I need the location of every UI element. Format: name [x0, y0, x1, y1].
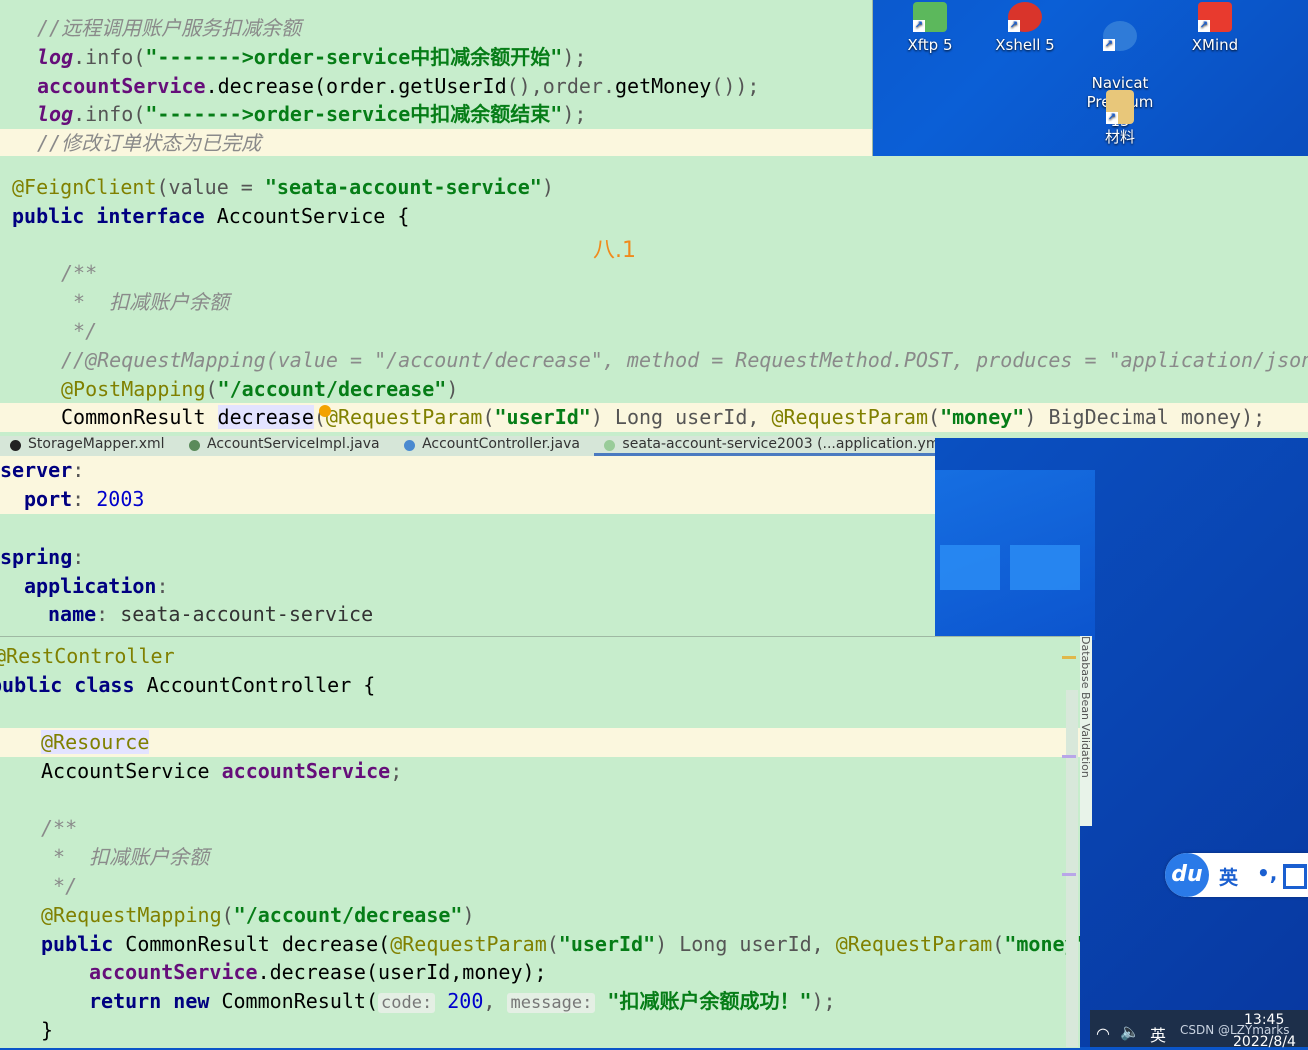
- doc-comment: */: [61, 319, 98, 343]
- folder-icon: ↗: [1106, 90, 1134, 124]
- xshell-icon: ↗: [1008, 2, 1042, 32]
- java-file-icon: [189, 440, 201, 451]
- editor-account-service-interface[interactable]: @FeignClient(value = "seata-account-serv…: [0, 156, 1308, 438]
- ime-language-toggle[interactable]: 英: [1219, 863, 1238, 890]
- desktop-icon-label: Xshell 5: [995, 36, 1055, 54]
- code-line: @PostMapping("/account/decrease"): [61, 377, 459, 401]
- code-line: public CommonResult decrease(@RequestPar…: [41, 932, 1080, 956]
- param-hint: code:: [378, 993, 436, 1013]
- xftp-icon: ↗: [913, 2, 947, 32]
- doc-comment: /**: [41, 816, 78, 840]
- ime-toolbar[interactable]: du 英 •,: [1165, 853, 1308, 897]
- desktop-icon-xmind[interactable]: ↗ XMind: [1170, 2, 1260, 55]
- handwritten-annotation: 八.1: [593, 238, 636, 263]
- editor-application-yml[interactable]: server: port: 2003 spring: application: …: [0, 456, 935, 636]
- code-line-current: @Resource: [0, 728, 1080, 757]
- code-line: log.info("------->order-service中扣减余额开始")…: [37, 45, 587, 69]
- code-comment: //远程调用账户服务扣减余额: [37, 16, 302, 40]
- ime-softkeyboard-icon[interactable]: [1283, 864, 1307, 889]
- commented-code: //@RequestMapping(value = "/account/decr…: [61, 348, 1308, 372]
- code-line: public class AccountController {: [0, 673, 376, 697]
- code-line: @RequestMapping("/account/decrease"): [41, 903, 475, 927]
- xmind-icon: ↗: [1198, 2, 1232, 32]
- bulb-marker-icon[interactable]: [319, 405, 331, 417]
- code-line: accountService.decrease(order.getUserId(…: [37, 74, 760, 98]
- desktop-icon-folder[interactable]: ↗ 材料: [1075, 90, 1165, 147]
- doc-comment: /**: [61, 261, 98, 285]
- code-line: return new CommonResult(code: 200, messa…: [89, 989, 836, 1013]
- code-line-current: CommonResult decrease(@RequestParam("use…: [0, 403, 1308, 432]
- scroll-marker: [1062, 755, 1076, 758]
- param-hint: message:: [507, 993, 596, 1013]
- right-tool-strip[interactable]: Database Bean Validation: [1080, 636, 1092, 826]
- clock-date[interactable]: 2022/8/4: [1233, 1034, 1296, 1050]
- doc-comment: * 扣减账户余额: [61, 290, 230, 314]
- editor-order-service[interactable]: //远程调用账户服务扣减余额 log.info("------->order-s…: [0, 0, 873, 156]
- code-line: }: [41, 1018, 54, 1042]
- yaml-file-icon: [604, 440, 616, 451]
- desktop-icon-label: Xftp 5: [907, 36, 953, 54]
- desktop-icon-label: 材料: [1104, 128, 1135, 146]
- wifi-icon[interactable]: ◠: [1096, 1024, 1110, 1043]
- doc-comment: * 扣减账户余额: [41, 845, 210, 869]
- yaml-line: application:: [24, 574, 169, 598]
- clock-time[interactable]: 13:45: [1244, 1012, 1284, 1028]
- java-class-icon: [404, 440, 416, 451]
- input-language-indicator[interactable]: 英: [1150, 1022, 1166, 1046]
- volume-icon[interactable]: 🔈: [1120, 1022, 1140, 1041]
- tab-account-controller[interactable]: AccountController.java: [394, 436, 590, 453]
- yaml-line: name: seata-account-service: [48, 602, 374, 626]
- editor-account-controller[interactable]: @RestController public class AccountCont…: [0, 636, 1080, 1048]
- tab-storage-mapper[interactable]: StorageMapper.xml: [0, 436, 175, 453]
- xml-file-icon: [10, 440, 21, 451]
- yaml-line: server:: [0, 456, 935, 485]
- baidu-ime-icon[interactable]: du: [1165, 853, 1209, 897]
- windows-logo-pane: [1010, 545, 1080, 590]
- scroll-marker: [1062, 656, 1076, 659]
- code-comment: //修改订单状态为已完成: [0, 129, 872, 156]
- code-line: AccountService accountService;: [41, 759, 403, 783]
- tab-account-service-impl[interactable]: AccountServiceImpl.java: [179, 436, 390, 453]
- yaml-line: port: 2003: [0, 485, 935, 514]
- desktop-icon-xftp[interactable]: ↗ Xftp 5: [885, 2, 975, 55]
- ime-punctuation-toggle[interactable]: •,: [1257, 861, 1277, 885]
- yaml-line: spring:: [0, 545, 85, 569]
- code-line: accountService.decrease(userId,money);: [89, 960, 547, 984]
- taskbar-tray[interactable]: ◠ 🔈 英 CSDN @LZYmarks 13:45 2022/8/4: [1090, 1010, 1308, 1050]
- scroll-marker: [1062, 873, 1076, 876]
- desktop-icon-xshell[interactable]: ↗ Xshell 5: [980, 2, 1070, 55]
- code-line: log.info("------->order-service中扣减余额结束")…: [37, 102, 587, 126]
- editor-scrollbar[interactable]: [1066, 690, 1078, 1047]
- desktop-icon-label: XMind: [1191, 36, 1239, 54]
- code-line: @FeignClient(value = "seata-account-serv…: [12, 175, 554, 199]
- tab-application-yml[interactable]: seata-account-service2003 (...applicatio…: [594, 436, 935, 456]
- windows-logo-pane: [940, 545, 1000, 590]
- doc-comment: */: [41, 874, 78, 898]
- navicat-icon: ↗: [1103, 21, 1137, 51]
- code-line: public interface AccountService {: [12, 204, 410, 228]
- editor-tab-bar[interactable]: StorageMapper.xml AccountServiceImpl.jav…: [0, 436, 935, 457]
- code-line: @RestController: [0, 644, 175, 668]
